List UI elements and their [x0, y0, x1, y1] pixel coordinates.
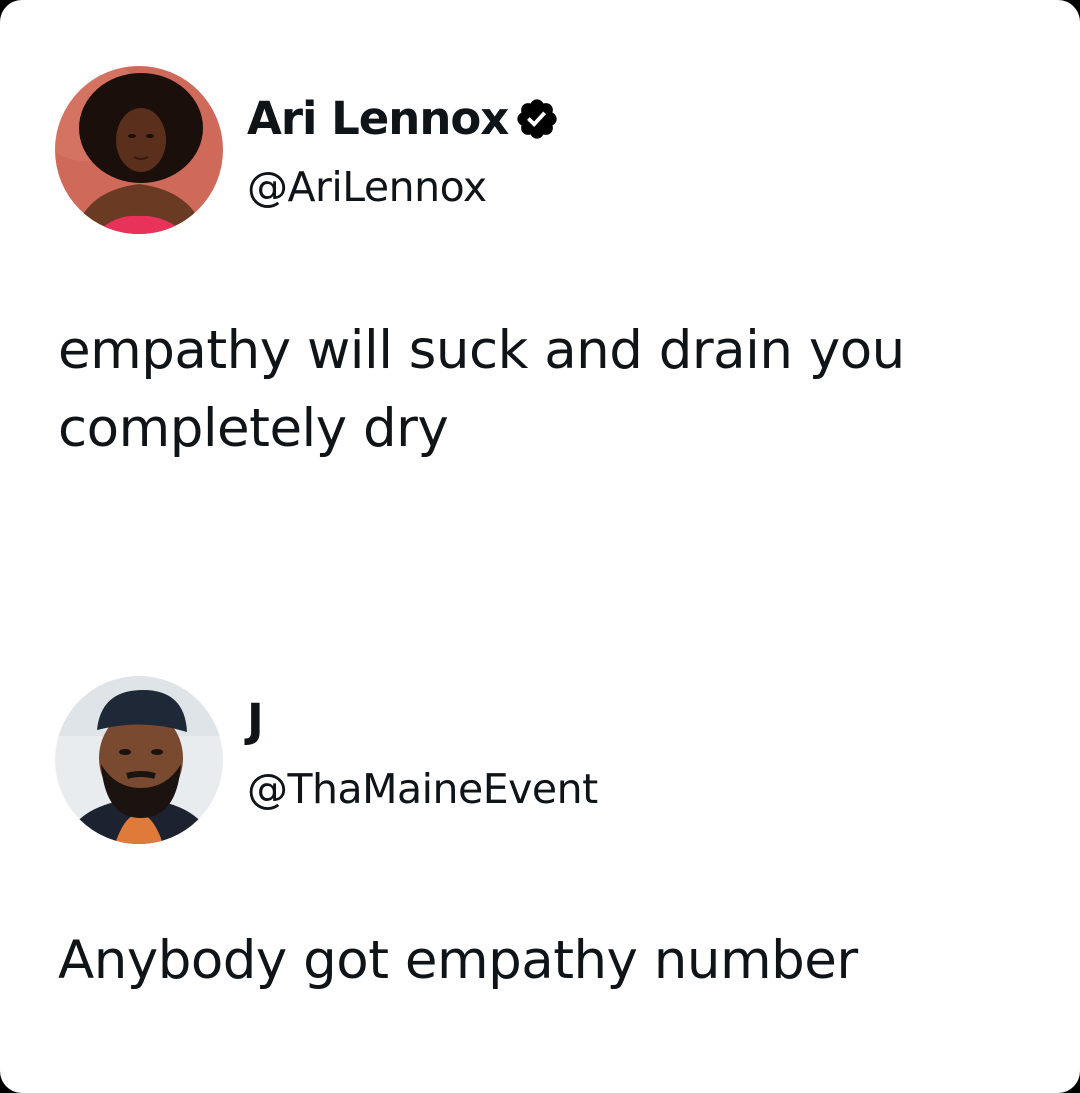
display-name[interactable]: J	[247, 692, 264, 750]
user-handle[interactable]: @AriLennox	[247, 163, 487, 211]
verified-badge-icon	[514, 96, 560, 142]
meme-card: Ari Lennox @AriLennox empathy will suck …	[0, 0, 1080, 1093]
user-handle[interactable]: @ThaMaineEvent	[247, 765, 598, 813]
display-name[interactable]: Ari Lennox	[247, 90, 509, 148]
tweet-text: Anybody got empathy number	[58, 930, 858, 991]
woman-portrait-avatar-icon	[55, 66, 223, 234]
tweet-text: empathy will suck and drain you complete…	[58, 320, 905, 459]
avatar[interactable]	[55, 66, 223, 234]
man-portrait-avatar-icon	[55, 676, 223, 844]
avatar[interactable]	[55, 676, 223, 844]
